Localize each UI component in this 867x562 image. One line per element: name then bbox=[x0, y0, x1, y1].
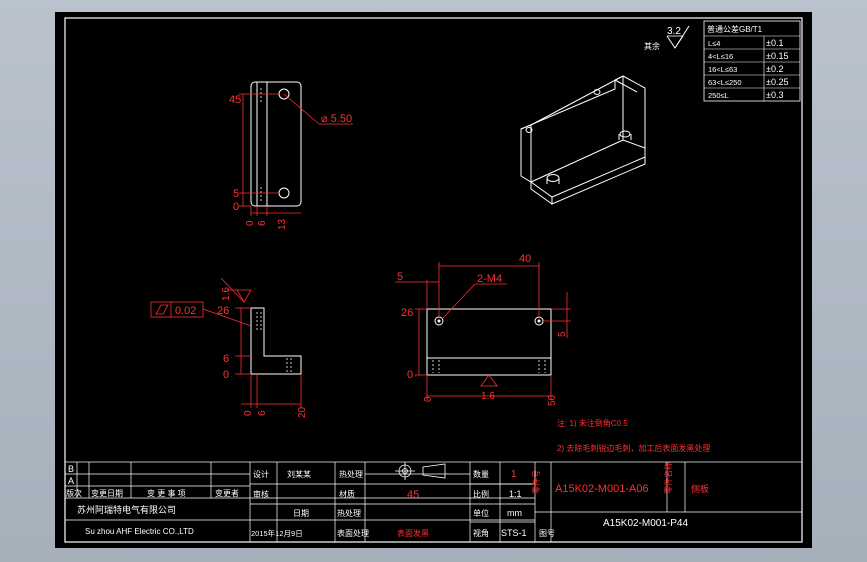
qty-label: 数量 bbox=[473, 469, 489, 479]
dim-top-roughness: 1.6 bbox=[481, 391, 495, 402]
dim-side-6: 6 bbox=[223, 353, 229, 365]
isometric-view bbox=[520, 75, 646, 205]
company-name: 苏州阿瑞特电气有限公司 bbox=[77, 504, 176, 515]
dim-front-bottom-0: 0 bbox=[245, 220, 256, 226]
drawing-frame bbox=[64, 17, 803, 543]
rev-a: A bbox=[68, 476, 74, 486]
dim-top-bottom-0: 0 bbox=[423, 396, 434, 402]
dim-top-26: 26 bbox=[401, 307, 413, 319]
tolerance-title: 普通公差GB/T1 bbox=[707, 24, 763, 34]
dim-side-bottom-6: 6 bbox=[257, 410, 268, 416]
material-label: 材质 bbox=[339, 489, 355, 499]
roughness-symbol: 3.2 其余 bbox=[644, 25, 690, 51]
flatness-value: 0.02 bbox=[175, 305, 196, 317]
checker-label: 审核 bbox=[253, 489, 269, 499]
tol-value-5: ±0.3 bbox=[766, 90, 783, 100]
view-value: STS-1 bbox=[501, 528, 527, 538]
company-english: Su zhou AHF Electric CO.,LTD bbox=[85, 527, 194, 536]
surface-label: 表面处理 bbox=[337, 528, 369, 538]
cad-drawing: 3.2 其余 普通公差GB/T1 L≤4 ±0.1 4<L≤16 ±0.15 1… bbox=[64, 17, 803, 543]
dim-side-0: 0 bbox=[223, 369, 229, 381]
heat-treatment-label: 热处理 bbox=[337, 508, 361, 518]
drawing-label: 热处理 bbox=[339, 469, 363, 479]
dim-top-0: 0 bbox=[407, 369, 413, 381]
dim-side-bottom-0: 0 bbox=[243, 410, 254, 416]
date-label: 日期 bbox=[293, 509, 309, 518]
dim-top-40: 40 bbox=[519, 253, 531, 265]
part-no-label: 零件号 bbox=[531, 470, 541, 494]
dim-front-bottom-13: 13 bbox=[277, 218, 288, 230]
tol-range-2: 4<L≤16 bbox=[708, 52, 733, 61]
front-view: 45 5 0 ⌀ 5.50 0 6 13 bbox=[229, 81, 353, 230]
rev-header-version: 版次 bbox=[66, 488, 82, 498]
dim-side-26: 26 bbox=[217, 305, 229, 317]
unit-value: mm bbox=[507, 508, 522, 518]
tol-value-3: ±0.2 bbox=[766, 64, 783, 74]
rev-b: B bbox=[68, 464, 74, 474]
tol-value-2: ±0.15 bbox=[766, 51, 788, 61]
drawing-no-label: 图号 bbox=[539, 529, 555, 538]
dim-front-5: 5 bbox=[233, 188, 239, 200]
dim-front-bottom-6: 6 bbox=[257, 220, 268, 226]
dim-top-5-right: 5 bbox=[557, 331, 568, 337]
tolerance-table: 普通公差GB/T1 L≤4 ±0.1 4<L≤16 ±0.15 16<L≤63 … bbox=[703, 20, 801, 102]
side-view: 1.6 0.02 26 6 0 0 6 20 bbox=[150, 277, 308, 418]
scale-label: 比例 bbox=[473, 489, 489, 499]
dim-top-bottom-50: 50 bbox=[547, 394, 558, 406]
designer-label: 设计 bbox=[253, 469, 269, 479]
tol-range-1: L≤4 bbox=[708, 39, 720, 48]
dim-hole-diameter: ⌀ 5.50 bbox=[321, 113, 352, 125]
unit-label: 单位 bbox=[473, 508, 489, 518]
drawing-no-value: A15K02-M001-P44 bbox=[603, 518, 688, 529]
part-no-value: A15K02-M001-A06 bbox=[555, 483, 649, 495]
qty-value: 1 bbox=[511, 469, 517, 480]
projection-symbol bbox=[395, 462, 446, 480]
tol-value-4: ±0.25 bbox=[766, 77, 788, 87]
material-value: 45 bbox=[407, 489, 419, 501]
rev-header-date: 变更日期 bbox=[91, 488, 123, 498]
part-name-value: 侧板 bbox=[691, 483, 709, 494]
tol-range-4: 63<L≤250 bbox=[708, 78, 742, 87]
dim-side-roughness: 1.6 bbox=[221, 287, 232, 301]
note-1: 注: 1) 未注倒角C0.5 bbox=[557, 418, 628, 428]
date-value: 2015年12月9日 bbox=[251, 528, 303, 538]
part-name-label: 零件名称 bbox=[663, 462, 673, 494]
dim-front-45: 45 bbox=[229, 94, 241, 106]
designer-name: 刘某某 bbox=[287, 469, 311, 479]
rev-header-item: 变 更 事 项 bbox=[147, 488, 186, 498]
dim-side-bottom-20: 20 bbox=[297, 406, 308, 418]
roughness-label: 其余 bbox=[644, 41, 660, 51]
tol-value-1: ±0.1 bbox=[766, 38, 783, 48]
dim-top-5: 5 bbox=[397, 271, 403, 283]
dim-front-0: 0 bbox=[233, 201, 239, 213]
tol-range-5: 250≤L bbox=[708, 91, 729, 100]
tol-range-3: 16<L≤63 bbox=[708, 65, 737, 74]
scale-value: 1:1 bbox=[509, 489, 522, 499]
view-label: 视角 bbox=[473, 528, 489, 538]
top-view: 40 5 2-M4 26 5 0 0 50 1.6 bbox=[395, 253, 571, 406]
drawing-sheet: 3.2 其余 普通公差GB/T1 L≤4 ±0.1 4<L≤16 ±0.15 1… bbox=[55, 12, 812, 548]
thread-callout: 2-M4 bbox=[477, 273, 502, 285]
roughness-value: 3.2 bbox=[667, 26, 681, 37]
surface-value: 表面发黑 bbox=[397, 528, 429, 538]
note-2: 2) 去除毛刺锐边毛刺，加工后表面发黑处理 bbox=[557, 443, 710, 453]
rev-header-changer: 变更者 bbox=[215, 488, 239, 498]
